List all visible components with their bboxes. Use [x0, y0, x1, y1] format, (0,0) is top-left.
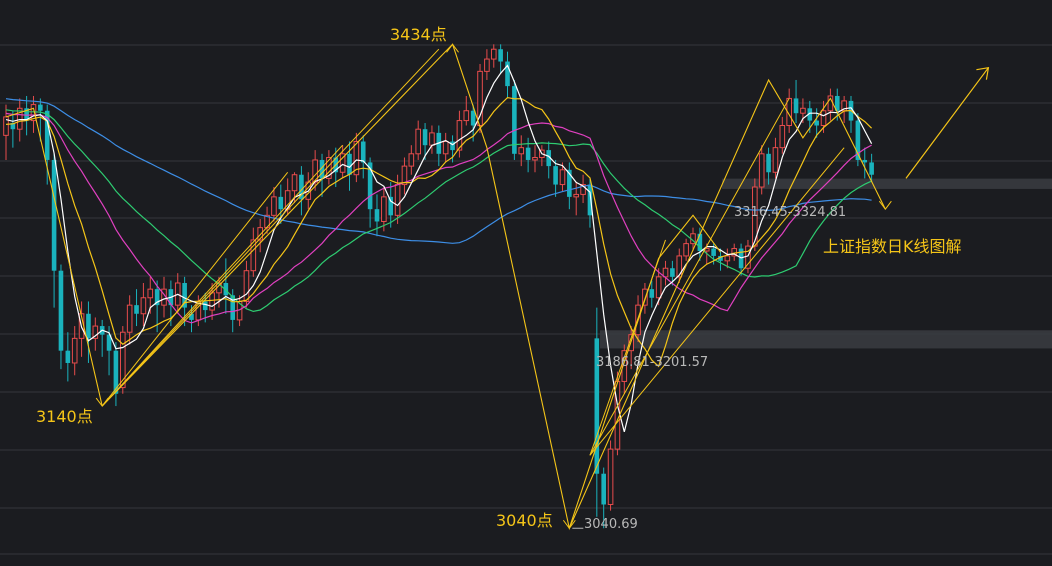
candle-body: [711, 248, 716, 256]
candle-body: [490, 48, 497, 60]
candle-body: [86, 313, 91, 339]
chart-title: 上证指数日K线图解: [823, 237, 962, 256]
candle-body: [862, 159, 868, 163]
candle-body: [271, 196, 277, 216]
candle-body: [374, 209, 380, 222]
candle-body: [655, 276, 662, 299]
candle-body: [71, 337, 78, 364]
candle-body: [126, 304, 133, 333]
candle-body: [394, 184, 401, 216]
candle-body: [147, 288, 154, 299]
high-label: 3434点: [390, 25, 447, 44]
kline-chart: 3434点 3140点 3040点 3040.69 3316.45-3324.8…: [0, 0, 1052, 566]
candle-body: [758, 153, 765, 188]
candle-body: [347, 153, 352, 175]
candle-body: [388, 196, 394, 216]
candle-body: [243, 270, 250, 302]
candle-body: [670, 268, 675, 277]
candle-body: [202, 301, 208, 311]
candle-body: [477, 70, 483, 127]
candle-body: [498, 49, 503, 62]
candle-body: [58, 270, 64, 351]
candle-body: [820, 110, 827, 127]
candle-body: [793, 98, 799, 114]
zone-lower-label: 3186.81-3201.57: [596, 355, 708, 370]
candle-body: [134, 305, 139, 314]
low-mid-label: 3040点: [496, 511, 553, 530]
candle-body: [869, 162, 874, 175]
chart-background: [0, 0, 1052, 566]
candle-body: [429, 132, 435, 146]
candle-body: [470, 110, 476, 126]
candle-body: [278, 196, 284, 210]
low-value-label: 3040.69: [584, 517, 638, 532]
candle-body: [209, 292, 215, 311]
candle-body: [573, 193, 580, 198]
candle-body: [291, 174, 298, 192]
candle-body: [51, 159, 57, 271]
candle-body: [601, 473, 606, 505]
candle-body: [772, 147, 779, 173]
candle-body: [422, 129, 428, 146]
candle-body: [779, 125, 786, 149]
candle-body: [65, 350, 71, 363]
candle-body: [512, 86, 517, 154]
candle-body: [532, 156, 538, 161]
candle-body: [140, 297, 147, 315]
low-left-label: 3140点: [36, 407, 93, 426]
candle-body: [408, 153, 415, 167]
candle-body: [299, 174, 304, 200]
candle-body: [518, 147, 525, 155]
candle-body: [484, 58, 490, 72]
candle-body: [38, 104, 43, 111]
zone-upper-label: 3316.45-3324.81: [734, 205, 846, 220]
candle-body: [800, 107, 806, 114]
candle-body: [525, 147, 531, 160]
candle-body: [553, 166, 558, 185]
candle-body: [415, 128, 421, 155]
candle-body: [381, 196, 387, 222]
candle-body: [607, 448, 614, 505]
candle-body: [724, 255, 731, 262]
candle-body: [463, 110, 470, 122]
candle-body: [649, 289, 655, 298]
candle-body: [442, 141, 449, 155]
candle-body: [559, 169, 566, 186]
zone-band: [722, 178, 1052, 189]
candle-body: [360, 141, 366, 163]
candle-body: [189, 313, 194, 320]
candle-body: [450, 141, 455, 151]
candle-body: [683, 243, 689, 257]
candle-body: [766, 153, 771, 173]
